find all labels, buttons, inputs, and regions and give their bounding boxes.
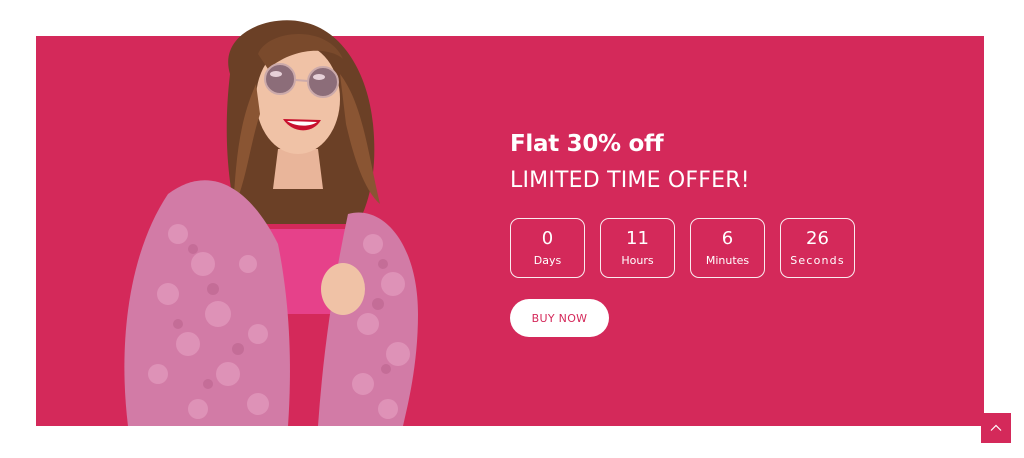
countdown-days-label: Days [533,254,562,267]
countdown-seconds-label: Seconds [790,254,845,267]
countdown-seconds: 26 Seconds [780,218,855,278]
countdown-hours-value: 11 [626,228,649,249]
promo-content: Flat 30% off LIMITED TIME OFFER! 0 Days … [510,128,930,337]
countdown-seconds-value: 26 [806,228,829,249]
countdown-minutes: 6 Minutes [690,218,765,278]
countdown-hours: 11 Hours [600,218,675,278]
scroll-to-top-button[interactable] [981,413,1011,443]
countdown-days-value: 0 [541,228,554,249]
promo-headline: Flat 30% off [510,131,664,157]
countdown-minutes-value: 6 [721,228,734,249]
countdown-days: 0 Days [510,218,585,278]
chevron-up-icon [990,424,1002,431]
buy-now-button[interactable]: BUY NOW [510,299,609,337]
countdown-timer: 0 Days 11 Hours 6 Minutes 26 Seconds [510,218,855,278]
promo-subheadline: LIMITED TIME OFFER! [510,168,750,193]
countdown-hours-label: Hours [621,254,654,267]
countdown-minutes-label: Minutes [705,254,750,267]
model-image [124,20,418,426]
